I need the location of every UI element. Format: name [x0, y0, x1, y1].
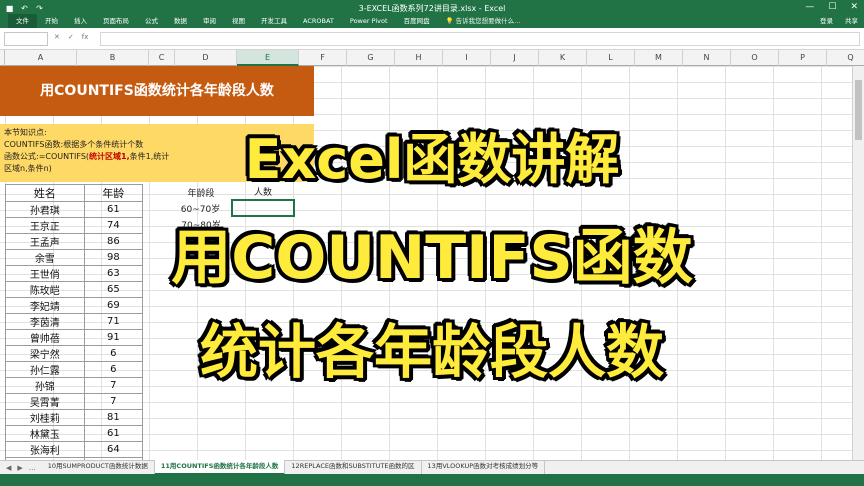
- column-headers: ABCDEFGHIJKLMNOPQ: [0, 50, 864, 66]
- tab-data[interactable]: 数据: [166, 14, 195, 28]
- column-header-j[interactable]: J: [491, 50, 539, 66]
- age-cell[interactable]: 61: [83, 425, 144, 442]
- tab-view[interactable]: 视图: [224, 14, 253, 28]
- insert-function-icon[interactable]: fx: [82, 33, 89, 41]
- column-header-m[interactable]: M: [635, 50, 683, 66]
- column-header-p[interactable]: P: [779, 50, 827, 66]
- tab-formulas[interactable]: 公式: [137, 14, 166, 28]
- tab-home[interactable]: 开始: [37, 14, 66, 28]
- title-bar: ■ ↶ ↷ 3-EXCEL函数系列72讲目录.xlsx - Excel — ☐ …: [0, 0, 864, 28]
- table-row: 张海利 64: [5, 441, 144, 458]
- share-button[interactable]: 共享: [845, 14, 858, 28]
- column-header-k[interactable]: K: [539, 50, 587, 66]
- name-cell[interactable]: 张海利: [5, 441, 85, 458]
- sheet-tab[interactable]: 10用SUMPRODUCT函数统计数据: [42, 460, 155, 475]
- tab-insert[interactable]: 插入: [66, 14, 95, 28]
- sheet-tab[interactable]: 12REPLACE函数和SUBSTITUTE函数的区: [285, 460, 422, 475]
- column-header-c[interactable]: C: [149, 50, 175, 66]
- close-button[interactable]: ✕: [850, 2, 858, 12]
- document-title: 3-EXCEL函数系列72讲目录.xlsx - Excel: [358, 4, 506, 13]
- tab-file[interactable]: 文件: [8, 14, 37, 28]
- selected-cell[interactable]: [231, 199, 295, 217]
- column-header-e[interactable]: E: [237, 50, 299, 66]
- ribbon-tabs: 文件 开始 插入 页面布局 公式 数据 审阅 视图 开发工具 ACROBAT P…: [0, 14, 520, 28]
- name-cell[interactable]: 刘桂莉: [5, 409, 85, 426]
- table-row: 刘桂莉 81: [5, 409, 144, 426]
- vertical-scrollbar[interactable]: [852, 66, 864, 460]
- table-row: 吴霄菁 7: [5, 393, 144, 410]
- scrollbar-thumb[interactable]: [855, 80, 862, 140]
- tab-acrobat[interactable]: ACROBAT: [295, 14, 342, 28]
- sheet-tab[interactable]: 11用COUNTIFS函数统计各年龄段人数: [154, 460, 286, 475]
- column-header-d[interactable]: D: [175, 50, 237, 66]
- maximize-button[interactable]: ☐: [828, 2, 836, 12]
- column-header-h[interactable]: H: [395, 50, 443, 66]
- sheet-nav: ◀ ▶ …: [0, 464, 42, 472]
- tell-me-text: 告诉我您想要做什么...: [455, 17, 521, 25]
- formula-input[interactable]: [100, 32, 860, 46]
- tab-review[interactable]: 审阅: [195, 14, 224, 28]
- column-header-f[interactable]: F: [299, 50, 347, 66]
- window-controls: — ☐ ✕: [805, 2, 858, 12]
- formula-buttons: ✕ ✓ fx: [54, 33, 88, 41]
- age-cell[interactable]: 7: [83, 393, 144, 410]
- status-bar: [0, 474, 864, 486]
- column-header-i[interactable]: I: [443, 50, 491, 66]
- sign-in-link[interactable]: 登录: [820, 14, 833, 28]
- age-cell[interactable]: 61: [83, 201, 144, 218]
- column-header-a[interactable]: A: [5, 50, 77, 66]
- table-row: 林黛玉 61: [5, 425, 144, 442]
- column-header-o[interactable]: O: [731, 50, 779, 66]
- sheet-banner: 用COUNTIFS函数统计各年龄段人数: [0, 66, 314, 116]
- cancel-icon[interactable]: ✕: [54, 33, 60, 41]
- sheet-tab-list: 10用SUMPRODUCT函数统计数据 11用COUNTIFS函数统计各年龄段人数…: [42, 460, 546, 475]
- age-cell[interactable]: 64: [83, 441, 144, 458]
- column-header-n[interactable]: N: [683, 50, 731, 66]
- tab-page-layout[interactable]: 页面布局: [95, 14, 137, 28]
- name-box[interactable]: [4, 32, 48, 46]
- column-header-l[interactable]: L: [587, 50, 635, 66]
- table-row: 孙君琪 61: [5, 201, 144, 218]
- prev-sheet-icon[interactable]: ◀: [6, 464, 11, 472]
- column-header-q[interactable]: Q: [827, 50, 864, 66]
- sheet-tabs-bar: ◀ ▶ … 10用SUMPRODUCT函数统计数据 11用COUNTIFS函数统计…: [0, 460, 864, 475]
- enter-icon[interactable]: ✓: [68, 33, 74, 41]
- overlay-line-3: 统计各年龄段人数: [199, 318, 664, 386]
- tab-power-pivot[interactable]: Power Pivot: [342, 14, 396, 28]
- sheet-tab[interactable]: 13用VLOOKUP函数对考核成绩划分等: [422, 460, 546, 475]
- tell-me-search[interactable]: 💡 告诉我您想要做什么...: [438, 14, 521, 28]
- overlay-line-2: 用COUNTIFS函数: [171, 223, 693, 293]
- tab-developer[interactable]: 开发工具: [253, 14, 295, 28]
- next-sheet-icon[interactable]: ▶: [17, 464, 22, 472]
- account-area: 登录 共享: [820, 14, 858, 28]
- lightbulb-icon: 💡: [445, 17, 454, 25]
- name-cell[interactable]: 孙君琪: [5, 201, 85, 218]
- column-header-g[interactable]: G: [347, 50, 395, 66]
- overlay-line-1: Excel函数讲解: [244, 128, 620, 191]
- more-sheets-icon[interactable]: …: [29, 464, 36, 472]
- column-header-b[interactable]: B: [77, 50, 149, 66]
- age-group-cell[interactable]: 60~70岁: [170, 200, 232, 216]
- tab-baidu-netdisk[interactable]: 百度网盘: [396, 14, 438, 28]
- name-cell[interactable]: 林黛玉: [5, 425, 85, 442]
- minimize-button[interactable]: —: [805, 2, 814, 12]
- name-cell[interactable]: 吴霄菁: [5, 393, 85, 410]
- age-cell[interactable]: 81: [83, 409, 144, 426]
- formula-bar: ✕ ✓ fx: [0, 28, 864, 50]
